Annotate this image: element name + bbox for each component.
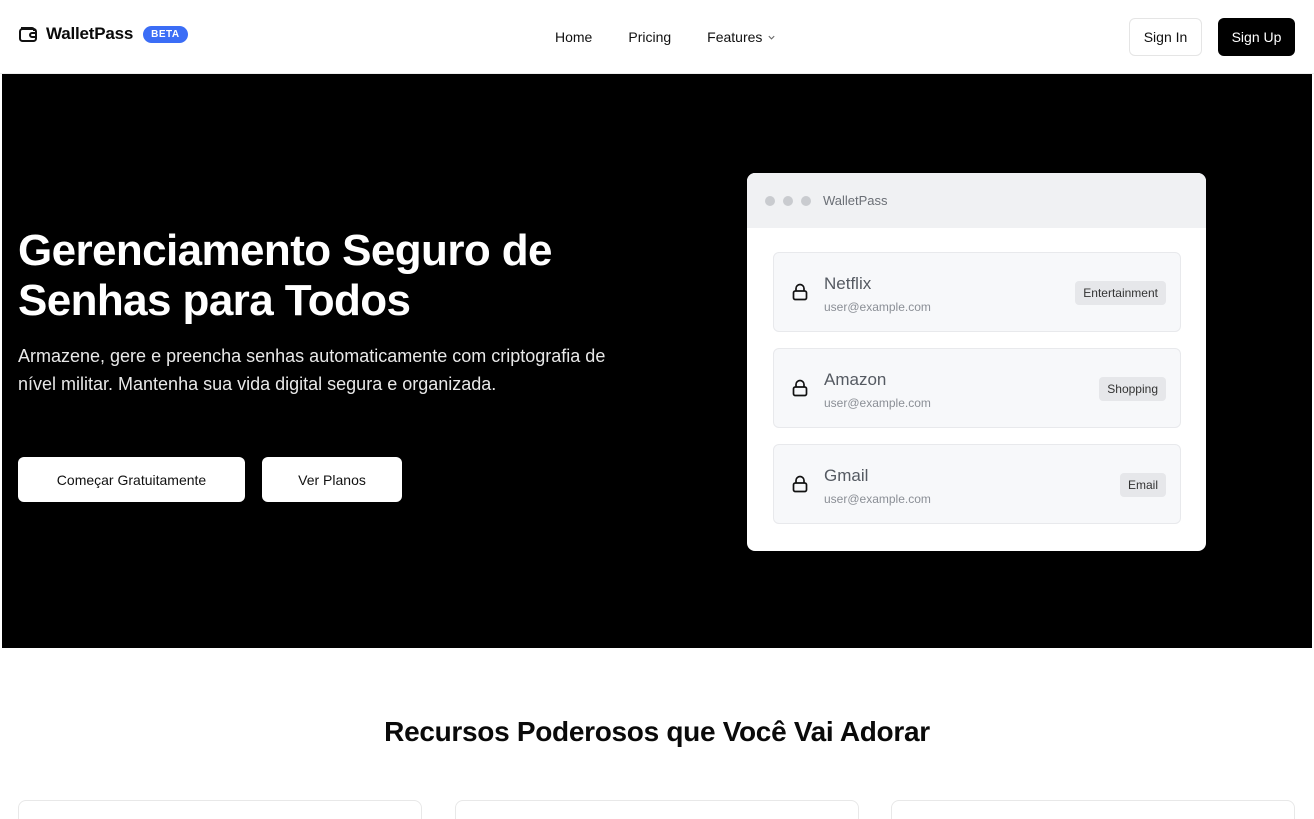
nav-features-label: Features: [707, 29, 763, 45]
beta-badge: BETA: [143, 25, 188, 43]
window-titlebar: WalletPass: [747, 173, 1206, 228]
nav-features[interactable]: Features: [707, 29, 776, 45]
entry-email: user@example.com: [824, 396, 931, 410]
password-entry-gmail[interactable]: Gmail user@example.com Email: [773, 444, 1181, 524]
window-dot: [783, 195, 793, 206]
sign-up-button[interactable]: Sign Up: [1218, 18, 1295, 56]
hero-subtitle: Armazene, gere e preencha senhas automat…: [18, 346, 606, 394]
entry-email: user@example.com: [824, 492, 931, 506]
features-title: Recursos Poderosos que Você Vai Adorar: [384, 716, 930, 747]
feature-card: [455, 800, 859, 819]
feature-card: [18, 800, 422, 819]
hero-title: Gerenciamento Seguro de Senhas para Todo…: [18, 226, 553, 325]
view-plans-button[interactable]: Ver Planos: [262, 457, 402, 502]
window-title: WalletPass: [823, 193, 888, 208]
entry-name: Netflix: [824, 274, 872, 293]
hero-section: Gerenciamento Seguro de Senhas para Todo…: [2, 74, 1312, 648]
password-entry-netflix[interactable]: Netflix user@example.com Entertainment: [773, 252, 1181, 332]
site-header: WalletPass BETA Home Pricing Features Si…: [0, 0, 1314, 74]
wallet-icon: [19, 27, 37, 42]
entry-category-tag: Email: [1119, 473, 1166, 497]
nav-home[interactable]: Home: [555, 29, 592, 45]
entry-name: Gmail: [824, 466, 869, 485]
sign-in-button[interactable]: Sign In: [1129, 18, 1202, 56]
password-entry-amazon[interactable]: Amazon user@example.com Shopping: [773, 348, 1181, 428]
start-free-button[interactable]: Começar Gratuitamente: [18, 457, 245, 502]
entry-name: Amazon: [824, 370, 887, 389]
brand-logo[interactable]: WalletPass BETA: [18, 24, 188, 44]
chevron-down-icon: [768, 35, 775, 40]
feature-card: [891, 800, 1295, 819]
main-nav: Home Pricing Features: [555, 29, 776, 45]
app-preview-window: WalletPass Netflix user@example.com Ente…: [747, 173, 1206, 551]
lock-icon: [792, 379, 808, 397]
entry-category-tag: Entertainment: [1075, 281, 1166, 305]
entry-category-tag: Shopping: [1099, 377, 1166, 401]
window-dot: [765, 195, 775, 206]
nav-pricing[interactable]: Pricing: [628, 29, 671, 45]
lock-icon: [792, 475, 808, 493]
entry-email: user@example.com: [824, 300, 931, 314]
window-dot: [801, 195, 811, 206]
brand-name: WalletPass: [46, 24, 134, 43]
lock-icon: [792, 283, 808, 301]
